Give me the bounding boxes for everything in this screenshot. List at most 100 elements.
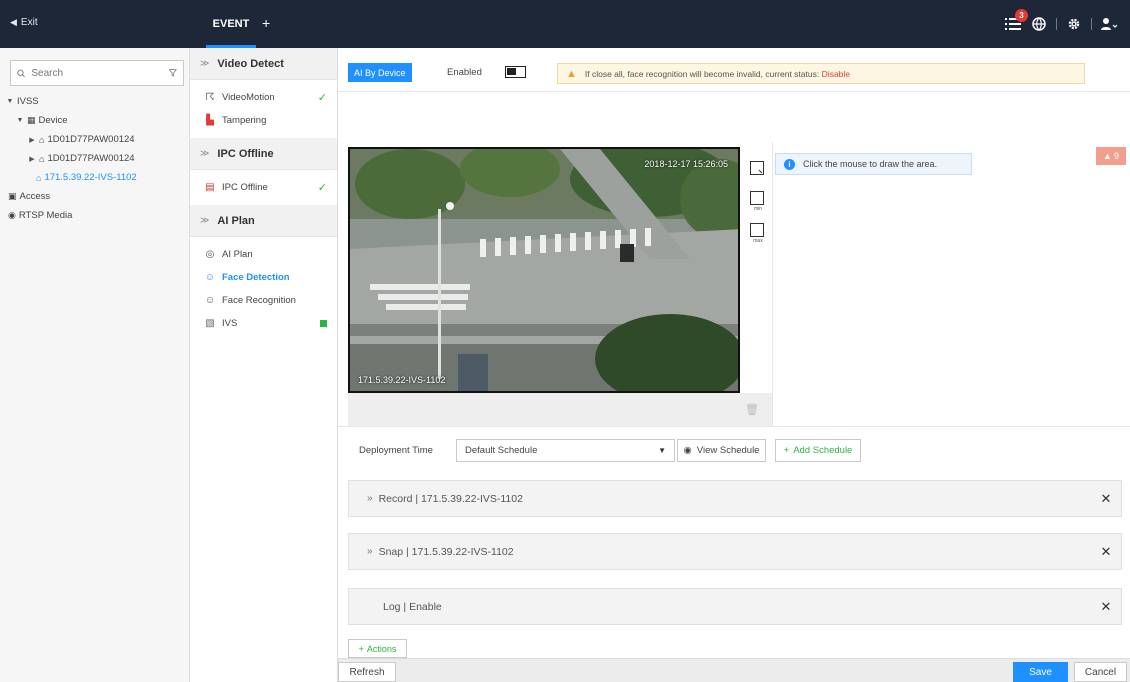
event-item-tampering[interactable]: ▙ Tampering — [190, 109, 337, 132]
close-icon[interactable]: ✕ — [1091, 491, 1121, 507]
top-bar: ◀ Exit EVENT + 3 — [0, 0, 1130, 48]
settings-button[interactable] — [1065, 15, 1083, 33]
event-item-videomotion[interactable]: ☈ VideoMotion ✓ — [190, 86, 337, 109]
group-ipc-offline[interactable]: ≫ IPC Offline — [190, 138, 337, 170]
event-item-face-detection[interactable]: ☺ Face Detection — [190, 266, 337, 289]
search-input[interactable] — [31, 67, 164, 79]
ipc-offline-icon: ▤ — [205, 182, 215, 193]
tool-label: min — [753, 206, 763, 212]
group-title: AI Plan — [217, 214, 255, 227]
video-channel-label: 171.5.39.22-IVS-1102 — [358, 375, 446, 385]
event-item-ai-plan[interactable]: ◎ AI Plan — [190, 243, 337, 266]
plus-icon: + — [358, 643, 364, 654]
video-timestamp: 2018-12-17 15:26:05 — [644, 159, 728, 169]
config-header: AI By Device Enabled ▲ If close all, fac… — [338, 48, 1130, 92]
tree-node-access[interactable]: ▣ Access — [6, 187, 186, 206]
tree-node-device-1[interactable]: ▶ ⌂ 1D01D77PAW00124 — [6, 130, 186, 149]
divider — [772, 142, 773, 427]
draw-area-tool[interactable] — [750, 161, 764, 175]
group-ai-plan[interactable]: ≫ AI Plan — [190, 205, 337, 237]
collapsed-caret-icon: ▶ — [29, 155, 35, 163]
view-schedule-button[interactable]: ◉ View Schedule — [677, 439, 766, 462]
alarm-indicator[interactable]: ▲ 9 — [1096, 147, 1126, 165]
event-item-label: Face Recognition — [222, 295, 296, 306]
toggle-knob — [507, 68, 516, 75]
group-video-detect[interactable]: ≫ Video Detect — [190, 48, 337, 80]
user-menu-button[interactable] — [1100, 15, 1118, 33]
warning-text: If close all, face recognition will beco… — [585, 69, 850, 79]
search-icon — [17, 69, 25, 77]
close-icon[interactable]: ✕ — [1091, 599, 1121, 615]
add-tab-button[interactable]: + — [262, 15, 270, 31]
close-icon[interactable]: ✕ — [1091, 544, 1121, 560]
ai-by-device-button[interactable]: AI By Device — [348, 63, 412, 82]
network-button[interactable] — [1030, 15, 1048, 33]
delete-icon[interactable]: 🗑 — [745, 403, 759, 416]
expanded-caret-icon: ▼ — [6, 98, 14, 105]
globe-icon — [1032, 17, 1046, 31]
video-footer — [348, 393, 772, 427]
tab-event-label: EVENT — [212, 18, 250, 30]
tree-node-ivss[interactable]: ▼ IVSS — [6, 92, 186, 111]
tree-node-device-2[interactable]: ▶ ⌂ 1D01D77PAW00124 — [6, 149, 186, 168]
camera-icon: ⌂ — [36, 172, 42, 183]
event-item-label: VideoMotion — [222, 92, 275, 103]
event-type-list: ≫ Video Detect ☈ VideoMotion ✓ ▙ Tamperi… — [190, 48, 338, 682]
chevron-down-icon: ▼ — [658, 446, 666, 455]
camera-icon: ⌂ — [39, 153, 45, 164]
tree-node-device[interactable]: ▼ ▦ Device — [6, 111, 186, 130]
add-tab-label: + — [262, 15, 271, 31]
expand-chevron-icon: » — [367, 493, 373, 504]
alarm-count-badge: 3 — [1015, 9, 1028, 22]
save-button[interactable]: Save — [1013, 662, 1068, 682]
warning-icon: ▲ — [566, 67, 577, 80]
info-icon: i — [784, 158, 795, 170]
gear-icon — [1068, 18, 1080, 30]
plus-icon: + — [783, 445, 790, 456]
refresh-button[interactable]: Refresh — [338, 662, 396, 682]
search-box — [10, 60, 184, 86]
divider — [338, 426, 1130, 427]
device-folder-icon: ▦ — [27, 115, 36, 125]
add-schedule-button[interactable]: + Add Schedule — [775, 439, 861, 462]
cancel-button[interactable]: Cancel — [1074, 662, 1127, 682]
event-item-label: IPC Offline — [222, 182, 268, 193]
collapse-chevron-icon: ≫ — [200, 215, 210, 225]
action-snap[interactable]: » Snap | 171.5.39.22-IVS-1102 ✕ — [348, 533, 1122, 570]
action-record[interactable]: » Record | 171.5.39.22-IVS-1102 ✕ — [348, 480, 1122, 517]
event-item-ipc-offline[interactable]: ▤ IPC Offline ✓ — [190, 176, 337, 199]
action-label: Snap | 171.5.39.22-IVS-1102 — [378, 545, 514, 558]
exit-button[interactable]: ◀ Exit — [10, 17, 38, 28]
hint-text: Click the mouse to draw the area. — [803, 159, 938, 169]
tree-node-label: Device — [38, 115, 68, 126]
event-item-label: IVS — [222, 318, 238, 329]
expanded-caret-icon: ▼ — [16, 117, 24, 124]
camera-icon: ⌂ — [39, 134, 45, 145]
enabled-toggle[interactable] — [505, 66, 526, 78]
add-actions-label: Actions — [366, 643, 397, 654]
live-video-view[interactable]: 2018-12-17 15:26:05 171.5.39.22-IVS-1102 — [348, 147, 740, 393]
event-item-label: Face Detection — [222, 272, 290, 283]
action-label: Record | 171.5.39.22-IVS-1102 — [378, 492, 523, 505]
draw-hint: i Click the mouse to draw the area. — [775, 153, 972, 175]
add-actions-button[interactable]: + Actions — [348, 639, 407, 658]
collapsed-caret-icon: ▶ — [29, 136, 35, 144]
face-recognition-icon: ☺ — [204, 295, 216, 306]
warning-banner: ▲ If close all, face recognition will be… — [557, 63, 1085, 84]
event-item-ivs[interactable]: ▧ IVS — [190, 312, 337, 335]
schedule-select[interactable]: Default Schedule ▼ — [456, 439, 675, 462]
min-size-tool[interactable]: min — [750, 191, 764, 212]
event-item-label: AI Plan — [222, 249, 253, 260]
max-size-tool[interactable]: max — [750, 223, 764, 244]
tree-node-device-3[interactable]: ⌂ 171.5.39.22-IVS-1102 — [6, 168, 186, 187]
tree-node-rtsp[interactable]: ◉ RTSP Media — [6, 206, 186, 225]
filter-icon[interactable] — [169, 68, 177, 78]
tab-event[interactable]: EVENT — [198, 0, 264, 48]
media-icon: ◉ — [8, 210, 16, 220]
alarm-list-button[interactable]: 3 — [1004, 9, 1028, 33]
action-log[interactable]: Log | Enable ✕ — [348, 588, 1122, 625]
enabled-status-icon — [320, 320, 327, 327]
warning-status: Disable — [821, 68, 850, 79]
event-item-face-recognition[interactable]: ☺ Face Recognition — [190, 289, 337, 312]
access-icon: ▣ — [8, 191, 17, 201]
